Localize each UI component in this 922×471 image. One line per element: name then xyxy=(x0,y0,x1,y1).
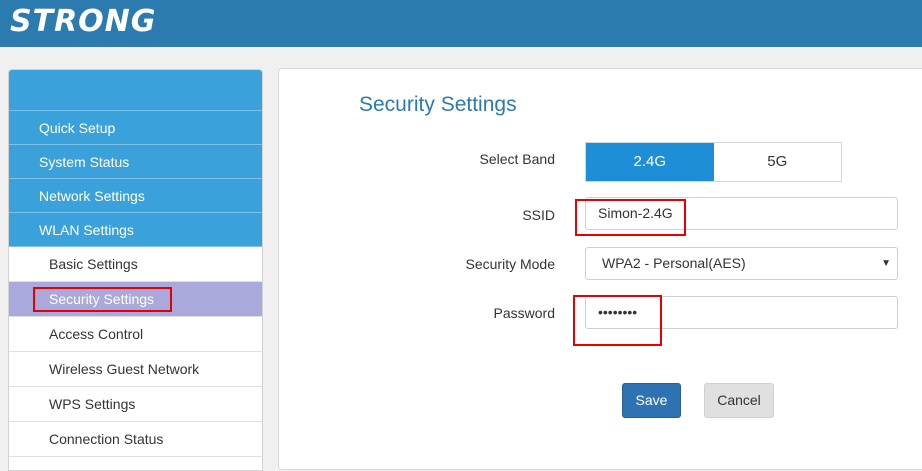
sidebar-nav: Quick Setup System Status Network Settin… xyxy=(8,69,263,471)
sidebar-subitem-security-settings[interactable]: Security Settings xyxy=(9,282,262,317)
sidebar-subitem-basic-settings[interactable]: Basic Settings xyxy=(9,247,262,282)
page-title: Security Settings xyxy=(359,93,517,116)
band-option-2-4g[interactable]: 2.4G xyxy=(586,143,714,181)
sidebar-subitem-label: Wireless Guest Network xyxy=(49,361,200,377)
main-content-panel: Security Settings Select Band 2.4G 5G SS… xyxy=(278,68,922,470)
chevron-down-icon: ▼ xyxy=(881,258,891,269)
sidebar-subitem-label: WPS Settings xyxy=(49,396,136,412)
security-mode-label: Security Mode xyxy=(465,256,555,272)
sidebar-subitem-connection-status[interactable]: Connection Status xyxy=(9,422,262,457)
security-mode-value: WPA2 - Personal(AES) xyxy=(602,255,746,271)
sidebar-subitem-label: Basic Settings xyxy=(49,256,138,272)
sidebar-subitem-wireless-guest-network[interactable]: Wireless Guest Network xyxy=(9,352,262,387)
password-highlight-box xyxy=(573,295,662,346)
top-header: STRONG xyxy=(0,0,922,47)
ssid-label: SSID xyxy=(522,207,555,223)
ssid-highlight-box xyxy=(575,199,686,236)
band-selector: 2.4G 5G xyxy=(585,142,842,182)
sidebar-subitem-label: Access Control xyxy=(49,326,144,342)
sidebar-item-label: Quick Setup xyxy=(39,120,116,136)
sidebar-subitem-label: Connection Status xyxy=(49,431,164,447)
select-band-label: Select Band xyxy=(479,151,556,167)
sidebar-item-quick-setup[interactable]: Quick Setup xyxy=(9,111,262,145)
sidebar-item-label: System Status xyxy=(39,154,130,170)
sidebar-item-label: Network Settings xyxy=(39,188,145,204)
highlight-box xyxy=(33,287,172,312)
brand-logo-text: STRONG xyxy=(10,4,157,39)
band-option-5g[interactable]: 5G xyxy=(713,143,841,181)
sidebar-header xyxy=(9,70,262,111)
security-mode-select[interactable]: WPA2 - Personal(AES) ▼ xyxy=(585,247,898,280)
cancel-button[interactable]: Cancel xyxy=(704,383,774,418)
password-label: Password xyxy=(493,305,555,321)
save-button[interactable]: Save xyxy=(622,383,681,418)
sidebar-item-label: WLAN Settings xyxy=(39,222,134,238)
brand-logo: STRONG xyxy=(10,4,156,39)
sidebar-item-wlan-settings[interactable]: WLAN Settings xyxy=(9,213,262,247)
sidebar-item-system-status[interactable]: System Status xyxy=(9,145,262,179)
sidebar-item-network-settings[interactable]: Network Settings xyxy=(9,179,262,213)
sidebar-subitem-access-control[interactable]: Access Control xyxy=(9,317,262,352)
sidebar-subitem-wps-settings[interactable]: WPS Settings xyxy=(9,387,262,422)
